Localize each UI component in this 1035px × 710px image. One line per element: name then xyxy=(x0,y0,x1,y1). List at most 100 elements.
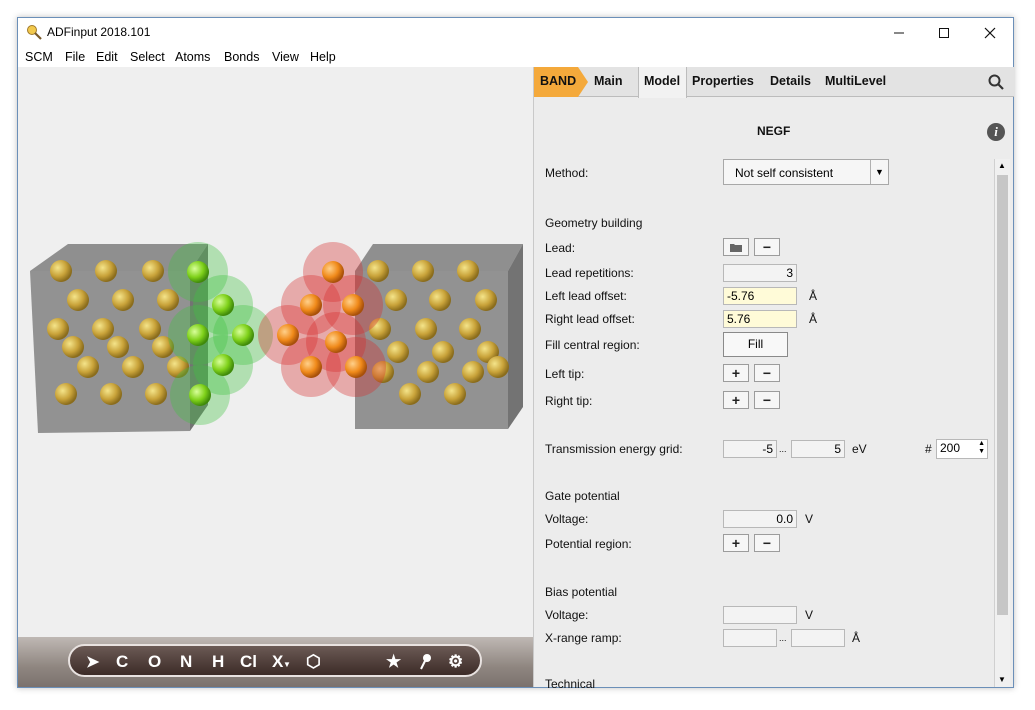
xrange-max-input[interactable] xyxy=(791,629,845,647)
technical-heading: Technical xyxy=(545,677,596,691)
transmission-points-spinbox[interactable]: 200 ▲ ▼ xyxy=(936,439,988,459)
bias-potential-heading: Bias potential xyxy=(545,585,618,599)
tool-dummy-atom[interactable]: X xyxy=(272,652,283,672)
scroll-up-icon[interactable]: ▲ xyxy=(998,161,1006,170)
right-offset-unit: Å xyxy=(809,312,818,326)
info-icon[interactable]: i xyxy=(987,123,1005,141)
plus-icon: + xyxy=(731,535,741,551)
maximize-button[interactable] xyxy=(921,18,967,47)
left-lead-offset-label: Left lead offset: xyxy=(545,289,627,303)
xrange-min-input[interactable] xyxy=(723,629,777,647)
minus-icon: − xyxy=(762,392,772,408)
menu-bonds[interactable]: Bonds xyxy=(224,50,259,64)
tool-chlorine[interactable]: Cl xyxy=(240,652,257,672)
bias-voltage-input[interactable] xyxy=(723,606,797,624)
menu-edit[interactable]: Edit xyxy=(96,50,118,64)
open-lead-button[interactable] xyxy=(723,238,749,256)
fill-button[interactable]: Fill xyxy=(723,332,788,357)
geometry-heading: Geometry building xyxy=(545,216,643,230)
tab-main[interactable]: Main xyxy=(594,74,622,88)
ring-hexagon-icon[interactable]: ⬡ xyxy=(306,652,321,672)
tab-properties[interactable]: Properties xyxy=(692,74,754,88)
select-cursor-icon[interactable]: ➤ xyxy=(86,652,99,672)
right-lead-offset-input[interactable]: 5.76 xyxy=(723,310,797,328)
minimize-button[interactable] xyxy=(876,18,922,47)
lead-repetitions-input[interactable]: 3 xyxy=(723,264,797,282)
gate-voltage-label: Voltage: xyxy=(545,512,589,526)
window-title: ADFinput 2018.101 xyxy=(47,25,151,39)
builder-toolbar: ➤ C O N H Cl X ▼ ⬡ ★ ⚙ xyxy=(68,644,482,677)
maximize-icon xyxy=(939,27,949,38)
transmission-points-value: 200 xyxy=(940,441,961,455)
remove-left-tip-button[interactable]: − xyxy=(754,364,780,382)
app-logo-icon xyxy=(27,25,42,40)
xrange-ramp-label: X-range ramp: xyxy=(545,631,622,645)
xrange-unit: Å xyxy=(852,631,861,645)
add-right-tip-button[interactable]: + xyxy=(723,391,749,409)
gate-voltage-unit: V xyxy=(805,512,814,526)
gate-voltage-input[interactable]: 0.0 xyxy=(723,510,797,528)
lead-repetitions-label: Lead repetitions: xyxy=(545,266,634,280)
bias-voltage-unit: V xyxy=(805,608,814,622)
panel-scrollbar[interactable]: ▲ ▼ xyxy=(994,159,1010,687)
left-tip-atoms xyxy=(168,242,273,425)
tool-hydrogen[interactable]: H xyxy=(212,652,224,672)
molecule-viewport[interactable]: ➤ C O N H Cl X ▼ ⬡ ★ ⚙ xyxy=(18,67,533,687)
minus-icon: − xyxy=(762,239,772,255)
left-tip-label: Left tip: xyxy=(545,367,585,381)
remove-lead-button[interactable]: − xyxy=(754,238,780,256)
spin-arrows-icon[interactable]: ▲ ▼ xyxy=(978,440,985,456)
molecule-render[interactable] xyxy=(18,67,533,637)
points-hash: # xyxy=(925,442,932,456)
menu-help[interactable]: Help xyxy=(310,50,336,64)
menu-select[interactable]: Select xyxy=(130,50,165,64)
settings-gear-icon[interactable]: ⚙ xyxy=(448,652,463,672)
add-potential-region-button[interactable]: + xyxy=(723,534,749,552)
menu-file[interactable]: File xyxy=(65,50,85,64)
left-offset-unit: Å xyxy=(809,289,818,303)
right-tip-label: Right tip: xyxy=(545,394,593,408)
input-panel: BAND Main Model Properties Details Multi… xyxy=(533,67,1014,691)
method-select[interactable]: Not self consistent ▼ xyxy=(723,159,889,185)
tab-band-label[interactable]: BAND xyxy=(540,74,576,88)
transmission-min-input[interactable]: -5 xyxy=(723,440,777,458)
minus-icon: − xyxy=(762,365,772,381)
search-icon[interactable] xyxy=(988,74,1004,90)
range-separator: ... xyxy=(779,444,787,454)
transmission-unit: eV xyxy=(852,442,867,456)
method-label: Method: xyxy=(545,166,589,180)
left-lead-offset-input[interactable]: -5.76 xyxy=(723,287,797,305)
tab-bar: BAND Main Model Properties Details Multi… xyxy=(534,67,1014,98)
menu-atoms[interactable]: Atoms xyxy=(175,50,210,64)
tool-nitrogen[interactable]: N xyxy=(180,652,192,672)
gate-potential-heading: Gate potential xyxy=(545,489,620,503)
chevron-down-icon: ▼ xyxy=(875,167,884,177)
remove-right-tip-button[interactable]: − xyxy=(754,391,780,409)
pin-icon[interactable] xyxy=(418,652,432,676)
add-left-tip-button[interactable]: + xyxy=(723,364,749,382)
scroll-down-icon[interactable]: ▼ xyxy=(998,675,1006,684)
method-selected-value: Not self consistent xyxy=(735,166,834,180)
tab-model[interactable]: Model xyxy=(644,74,680,88)
menu-scm[interactable]: SCM xyxy=(25,50,53,64)
menu-view[interactable]: View xyxy=(272,50,299,64)
plus-icon: + xyxy=(731,365,741,381)
remove-potential-region-button[interactable]: − xyxy=(754,534,780,552)
title-bar: ADFinput 2018.101 xyxy=(18,18,1013,47)
tool-oxygen[interactable]: O xyxy=(148,652,161,672)
bias-voltage-label: Voltage: xyxy=(545,608,589,622)
tab-details[interactable]: Details xyxy=(770,74,811,88)
scrollbar-thumb[interactable] xyxy=(997,175,1008,615)
potential-region-label: Potential region: xyxy=(545,537,632,551)
transmission-max-input[interactable]: 5 xyxy=(791,440,845,458)
close-button[interactable] xyxy=(967,18,1013,47)
tool-carbon[interactable]: C xyxy=(116,652,128,672)
minimize-icon xyxy=(894,32,904,33)
tool-favorites-star[interactable]: ★ xyxy=(386,652,401,672)
right-lead-offset-label: Right lead offset: xyxy=(545,312,635,326)
tab-multilevel[interactable]: MultiLevel xyxy=(825,74,886,88)
panel-heading: NEGF xyxy=(757,124,791,138)
app-window: ADFinput 2018.101 SCM File Edit Select A… xyxy=(17,17,1014,691)
dummy-dropdown-icon[interactable]: ▼ xyxy=(283,660,291,669)
plus-icon: + xyxy=(731,392,741,408)
